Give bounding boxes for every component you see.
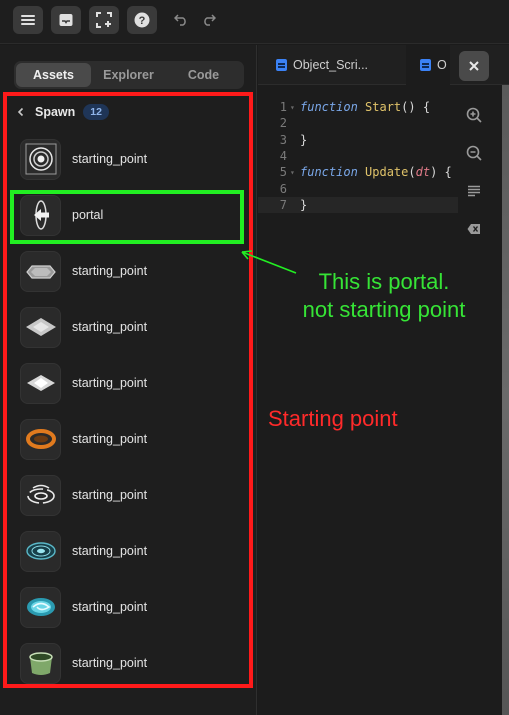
asset-thumbnail [20, 586, 61, 628]
asset-item-portal[interactable]: portal [20, 193, 246, 237]
clear-icon [467, 224, 480, 234]
asset-name: portal [72, 208, 104, 222]
code-line: 1 ▾ function Start() { [279, 100, 431, 115]
help-icon: ? [134, 12, 150, 28]
script-file-icon [420, 59, 431, 71]
cyan-swirl-icon [26, 598, 55, 616]
menu-icon [21, 15, 35, 25]
format-icon [468, 185, 480, 197]
code-line: 2 [279, 116, 287, 131]
asset-name: starting_point [72, 264, 148, 278]
starting-point-annotation-note: Starting point [268, 406, 398, 431]
undo-button[interactable] [168, 6, 194, 34]
orbit-rings-icon [26, 484, 55, 504]
asset-name: starting_point [72, 488, 148, 502]
asset-thumbnail [20, 194, 61, 236]
count-badge: 12 [83, 104, 109, 120]
chevron-left-icon[interactable] [16, 107, 26, 117]
menu-button[interactable] [13, 6, 43, 34]
hexagon-pad-icon [25, 265, 56, 279]
zoom-out-icon [466, 145, 482, 161]
svg-text:?: ? [139, 15, 146, 27]
zoom-in-button[interactable] [464, 105, 484, 125]
asset-name: starting_point [72, 152, 148, 166]
tab-assets[interactable]: Assets [16, 63, 91, 87]
asset-item-starting-point[interactable]: starting_point [20, 249, 246, 293]
asset-item-starting-point[interactable]: starting_point [20, 473, 246, 517]
code-line: 4 [279, 149, 287, 164]
editor-tabs: Object_Scri... O [258, 45, 509, 85]
diamond-pad-icon [25, 318, 56, 336]
add-frame-icon [96, 12, 112, 28]
code-line: 6 [279, 181, 287, 196]
editor-tab-label: O [437, 58, 447, 72]
add-frame-button[interactable] [89, 6, 119, 34]
teal-disc-icon [25, 542, 56, 560]
asset-name: starting_point [72, 320, 148, 334]
asset-item-starting-point[interactable]: starting_point [20, 361, 246, 405]
annotation-line: not starting point [302, 297, 466, 322]
editor-tab-object-script[interactable]: Object_Scri... [276, 45, 368, 85]
portal-annotation-note: This is portal. not starting point [270, 268, 498, 324]
inbox-icon [59, 14, 73, 26]
scene-viewport-edge [502, 85, 509, 715]
code-editor-panel: Object_Scri... O 1 ▾ function Start() { 2 … [258, 45, 509, 715]
code-line: 3} [279, 132, 308, 147]
editor-tab-label: Object_Scri... [293, 58, 369, 72]
green-cup-icon [28, 652, 53, 675]
close-editor-button[interactable] [459, 51, 489, 81]
asset-thumbnail [20, 138, 61, 180]
asset-name: starting_point [72, 432, 148, 446]
asset-thumbnail [20, 250, 61, 292]
asset-item-starting-point[interactable]: starting_point [20, 585, 246, 629]
zoom-in-icon [466, 107, 482, 123]
tab-explorer[interactable]: Explorer [91, 63, 166, 87]
script-file-icon [276, 59, 287, 71]
asset-name: starting_point [72, 600, 148, 614]
top-toolbar: ? [0, 0, 509, 44]
zoom-out-button[interactable] [464, 143, 484, 163]
editor-tab-active[interactable]: O [406, 45, 450, 85]
asset-item-starting-point[interactable]: starting_point [20, 137, 246, 181]
clear-button[interactable] [464, 219, 484, 239]
orange-ring-icon [25, 429, 56, 449]
asset-thumbnail [20, 530, 61, 572]
asset-item-starting-point[interactable]: starting_point [20, 305, 246, 349]
undo-icon [174, 14, 186, 26]
diamond-pad-light-icon [26, 375, 55, 391]
code-line-current: 7} [258, 196, 458, 214]
portal-arrow-icon [33, 200, 49, 230]
asset-name: starting_point [72, 544, 148, 558]
redo-icon [204, 14, 216, 26]
asset-thumbnail [20, 362, 61, 404]
help-button[interactable]: ? [127, 6, 157, 34]
code-line: 5 ▾ function Update(dt) { [279, 165, 452, 180]
code-area[interactable]: 1 ▾ function Start() { 2 3} 4 5 ▾ function U… [258, 99, 458, 214]
asset-item-starting-point[interactable]: starting_point [20, 417, 246, 461]
asset-thumbnail [20, 306, 61, 348]
close-icon [469, 61, 479, 71]
asset-item-starting-point[interactable]: starting_point [20, 641, 246, 685]
target-rings-icon [25, 143, 56, 175]
folder-header: Spawn 12 [14, 101, 109, 123]
asset-name: starting_point [72, 376, 148, 390]
redo-button[interactable] [196, 6, 222, 34]
asset-name: starting_point [72, 656, 148, 670]
annotation-line: This is portal. [318, 269, 450, 294]
format-button[interactable] [464, 181, 484, 201]
inbox-button[interactable] [51, 6, 81, 34]
folder-title: Spawn [35, 105, 76, 119]
asset-thumbnail [20, 418, 61, 460]
editor-toolbar [464, 105, 484, 257]
asset-item-starting-point[interactable]: starting_point [20, 529, 246, 573]
asset-thumbnail [20, 474, 61, 516]
asset-thumbnail [20, 642, 61, 684]
panel-tabs: Assets Explorer Code [14, 61, 244, 89]
tab-code[interactable]: Code [166, 63, 241, 87]
